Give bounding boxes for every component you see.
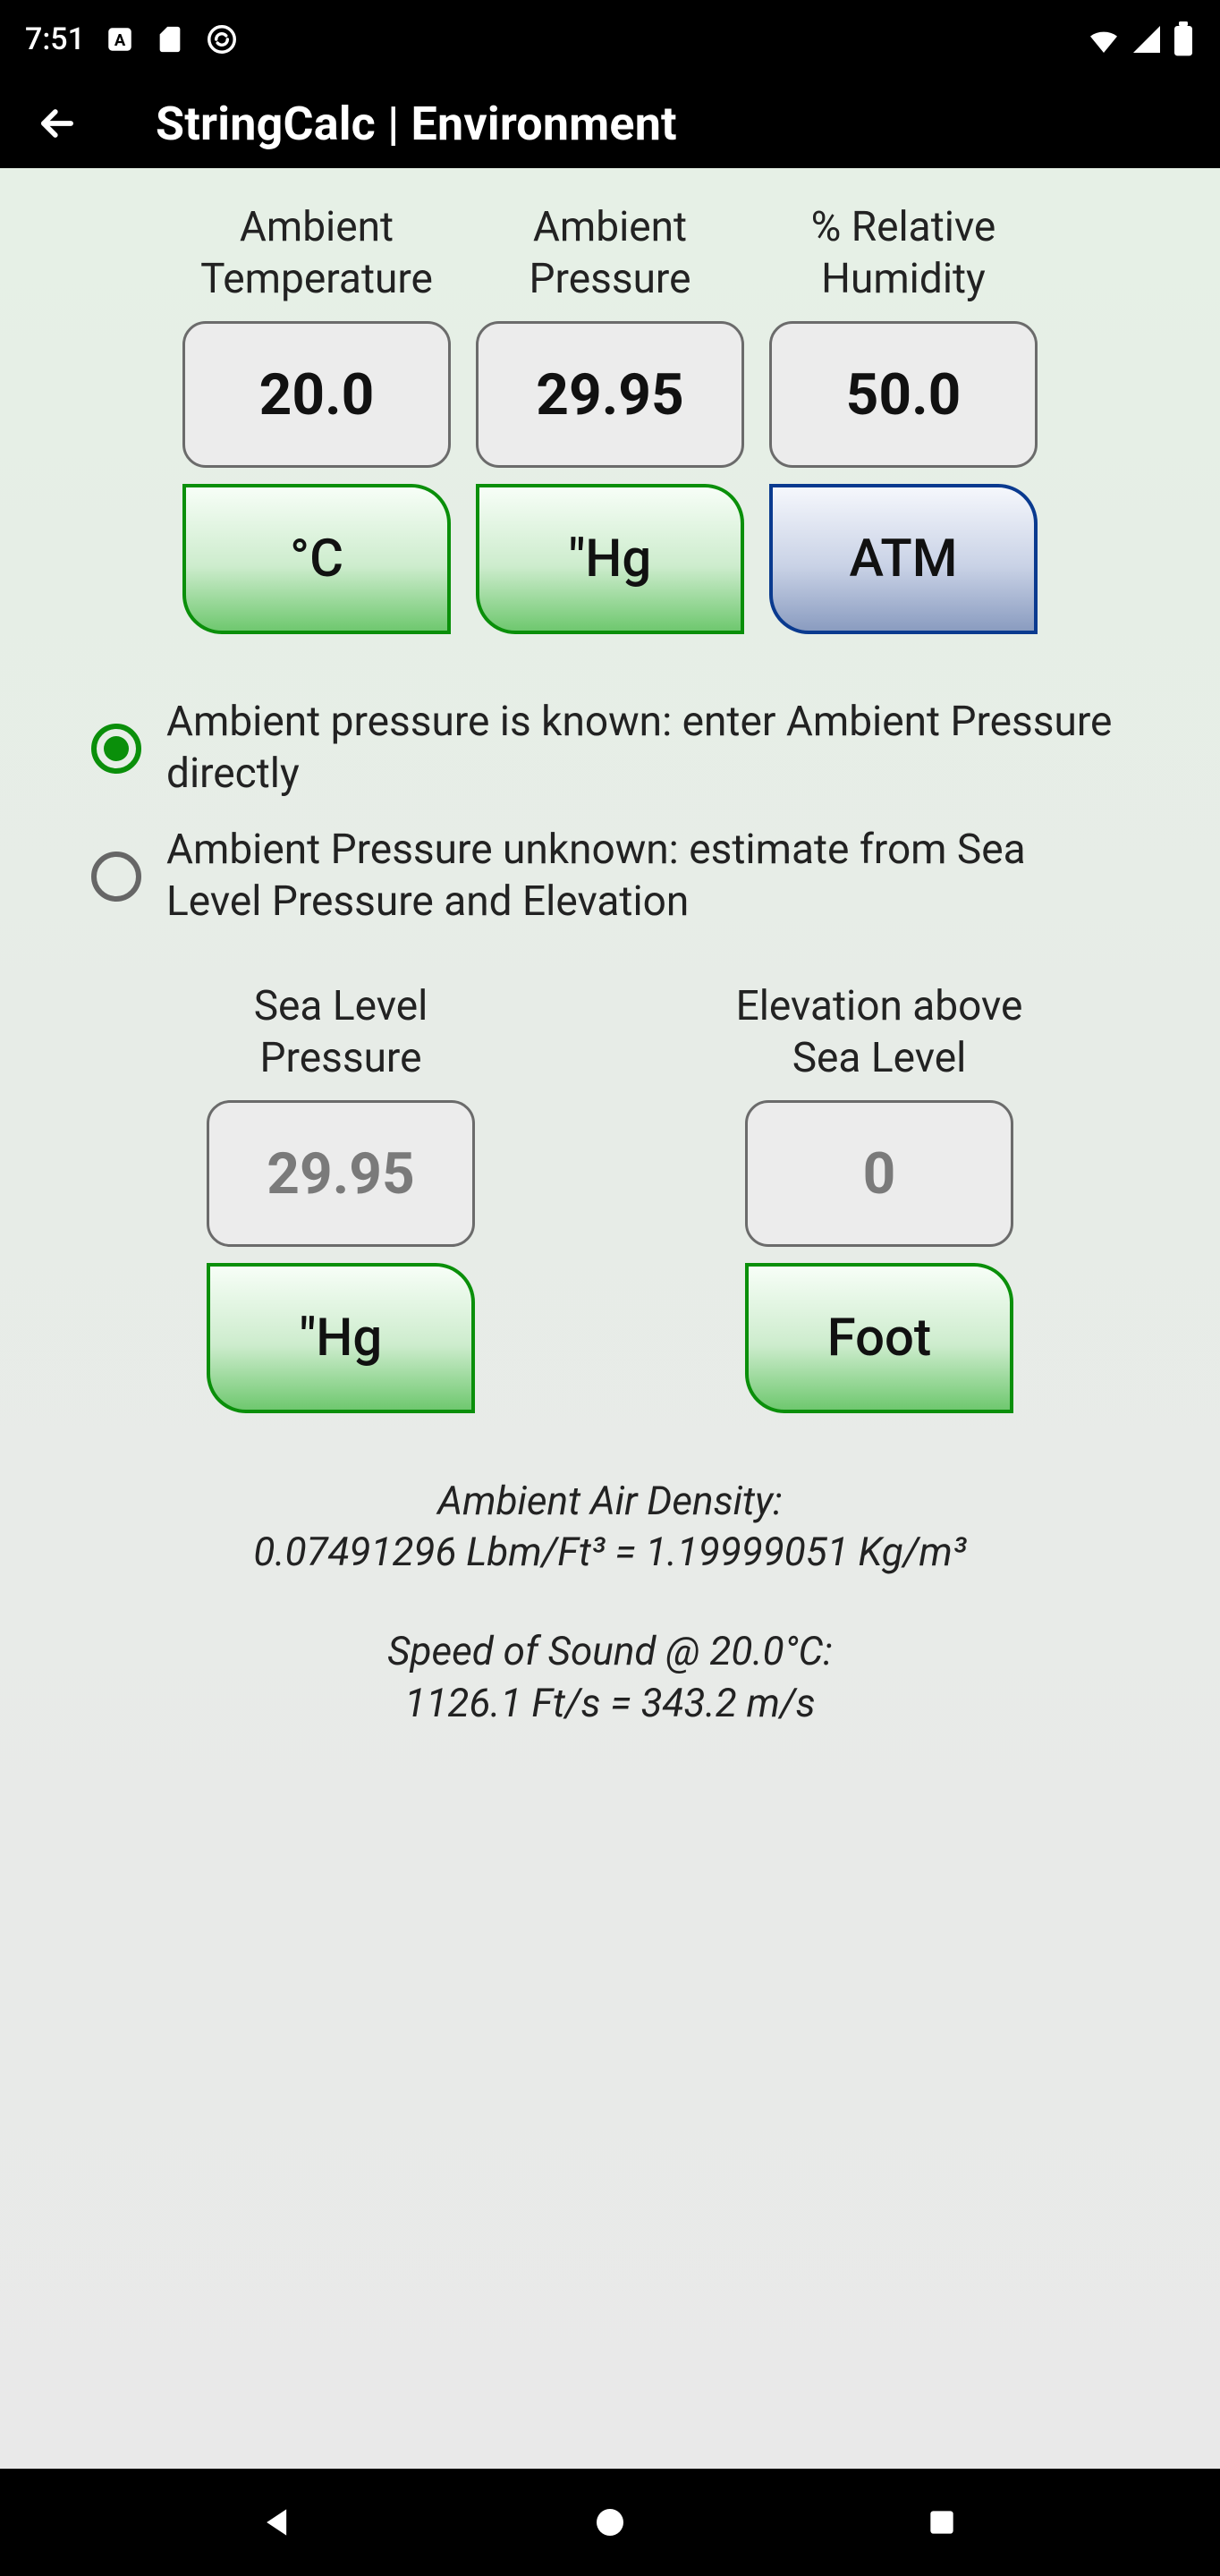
radio-pressure-unknown-label: Ambient Pressure unknown: estimate from … [166,825,1129,928]
radio-pressure-known[interactable]: Ambient pressure is known: enter Ambient… [91,697,1129,800]
sd-card-icon [155,24,185,55]
svg-text:A: A [114,31,126,50]
nav-recent-button[interactable] [888,2487,995,2558]
sea-level-pressure-group: Sea Level Pressure 29.95 "Hg [153,981,529,1413]
ambient-pressure-label: Ambient Pressure [530,202,691,305]
results-area: Ambient Air Density: 0.07491296 Lbm/Ft³ … [45,1476,1175,1777]
top-input-row: Ambient Temperature 20.0 °C Ambient Pres… [45,202,1175,634]
air-density-value: 0.07491296 Lbm/Ft³ = 1.19999051 Kg/m³ [45,1527,1175,1578]
bottom-input-row: Sea Level Pressure 29.95 "Hg Elevation a… [45,981,1175,1413]
status-bar: 7:51 A [0,0,1220,79]
app-title: StringCalc | Environment [156,97,677,151]
sync-icon [205,22,239,56]
ambient-temperature-input[interactable]: 20.0 [182,321,451,468]
elevation-label: Elevation above Sea Level [736,981,1023,1084]
status-right [1086,21,1195,57]
sea-level-pressure-input[interactable]: 29.95 [207,1100,475,1247]
radio-pressure-unknown[interactable]: Ambient Pressure unknown: estimate from … [91,825,1129,928]
circle-home-icon [592,2504,628,2540]
relative-humidity-label: % Relative Humidity [811,202,996,305]
pressure-unit-button[interactable]: "Hg [476,484,744,634]
arrow-left-icon [34,100,80,147]
relative-humidity-group: % Relative Humidity 50.0 ATM [769,202,1038,634]
relative-humidity-input[interactable]: 50.0 [769,321,1038,468]
battery-icon [1172,21,1195,57]
triangle-back-icon [258,2503,298,2542]
radio-icon [91,852,141,902]
nav-home-button[interactable] [556,2487,664,2558]
cell-signal-icon [1131,23,1163,55]
radio-icon [91,724,141,774]
ambient-temperature-group: Ambient Temperature 20.0 °C [182,202,451,634]
radio-pressure-known-label: Ambient pressure is known: enter Ambient… [166,697,1129,800]
status-left: 7:51 A [25,21,239,57]
temperature-unit-button[interactable]: °C [182,484,451,634]
speed-of-sound-result: Speed of Sound @ 20.0°C: 1126.1 Ft/s = 3… [45,1626,1175,1728]
speed-of-sound-value: 1126.1 Ft/s = 343.2 m/s [45,1678,1175,1729]
ambient-pressure-input[interactable]: 29.95 [476,321,744,468]
status-app-icon: A [105,24,135,55]
navigation-bar [0,2469,1220,2576]
humidity-unit-button[interactable]: ATM [769,484,1038,634]
square-recent-icon [925,2505,959,2539]
elevation-input[interactable]: 0 [745,1100,1013,1247]
sea-level-pressure-unit-button[interactable]: "Hg [207,1263,475,1413]
air-density-label: Ambient Air Density: [45,1476,1175,1527]
sea-level-pressure-label: Sea Level Pressure [254,981,428,1084]
status-time: 7:51 [25,21,85,57]
app-bar: StringCalc | Environment [0,79,1220,168]
ambient-temperature-label: Ambient Temperature [200,202,433,305]
air-density-result: Ambient Air Density: 0.07491296 Lbm/Ft³ … [45,1476,1175,1578]
elevation-unit-button[interactable]: Foot [745,1263,1013,1413]
ambient-pressure-group: Ambient Pressure 29.95 "Hg [476,202,744,634]
content-area: Ambient Temperature 20.0 °C Ambient Pres… [0,168,1220,2469]
wifi-icon [1086,21,1122,57]
pressure-mode-radio-group: Ambient pressure is known: enter Ambient… [45,697,1175,928]
speed-of-sound-label: Speed of Sound @ 20.0°C: [45,1626,1175,1677]
elevation-group: Elevation above Sea Level 0 Foot [691,981,1067,1413]
phone-frame: 7:51 A StringCalc [0,0,1220,2576]
back-button[interactable] [21,88,93,159]
nav-back-button[interactable] [225,2487,332,2558]
